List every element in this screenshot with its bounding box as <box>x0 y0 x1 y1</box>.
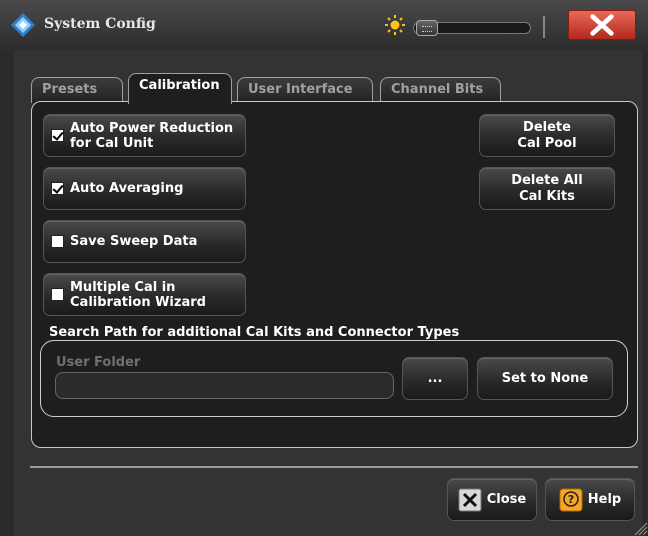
brightness-slider[interactable] <box>413 20 531 36</box>
delete-all-cal-kits-button[interactable]: Delete All Cal Kits <box>479 167 615 210</box>
auto-power-reduction-label: Auto Power Reduction for Cal Unit <box>70 120 234 151</box>
close-button-label: Close <box>486 492 527 507</box>
title-bar: System Config <box>0 0 648 50</box>
user-folder-label: User Folder <box>56 355 141 370</box>
save-sweep-data-checkbox[interactable] <box>51 235 64 248</box>
brightness-slider-thumb[interactable] <box>416 20 438 36</box>
save-sweep-data-toggle[interactable]: Save Sweep Data <box>43 220 246 263</box>
close-icon <box>458 488 482 511</box>
sun-icon <box>385 15 405 35</box>
auto-power-reduction-checkbox[interactable] <box>51 129 64 142</box>
search-path-label: Search Path for additional Cal Kits and … <box>49 325 460 340</box>
footer-divider <box>30 466 638 468</box>
tab-calibration[interactable]: Calibration <box>128 73 232 104</box>
svg-text:?: ? <box>568 493 574 506</box>
auto-averaging-label: Auto Averaging <box>70 181 184 196</box>
multiple-cal-checkbox[interactable] <box>51 288 64 301</box>
close-x-icon <box>590 14 614 36</box>
help-button[interactable]: ? Help <box>545 478 635 521</box>
help-button-label: Help <box>587 492 622 507</box>
delete-cal-pool-button[interactable]: Delete Cal Pool <box>479 114 615 157</box>
auto-averaging-checkbox[interactable] <box>51 182 64 195</box>
window-title: System Config <box>44 16 156 32</box>
tab-presets[interactable]: Presets <box>31 77 123 103</box>
user-folder-input[interactable] <box>55 372 394 399</box>
help-icon: ? <box>559 488 583 511</box>
tab-user-interface[interactable]: User Interface <box>237 77 373 103</box>
multiple-cal-toggle[interactable]: Multiple Cal in Calibration Wizard <box>43 273 246 316</box>
title-divider <box>543 16 545 38</box>
window-close-button[interactable] <box>568 10 636 40</box>
tab-channel-bits[interactable]: Channel Bits <box>380 77 501 103</box>
close-button[interactable]: Close <box>447 478 537 521</box>
resize-grip-icon[interactable] <box>632 520 648 536</box>
save-sweep-data-label: Save Sweep Data <box>70 234 198 249</box>
rohde-schwarz-logo-icon <box>11 13 35 37</box>
browse-folder-button[interactable]: ... <box>402 357 468 400</box>
set-to-none-button[interactable]: Set to None <box>477 357 613 400</box>
auto-averaging-toggle[interactable]: Auto Averaging <box>43 167 246 210</box>
auto-power-reduction-toggle[interactable]: Auto Power Reduction for Cal Unit <box>43 114 246 157</box>
multiple-cal-label: Multiple Cal in Calibration Wizard <box>70 279 206 310</box>
